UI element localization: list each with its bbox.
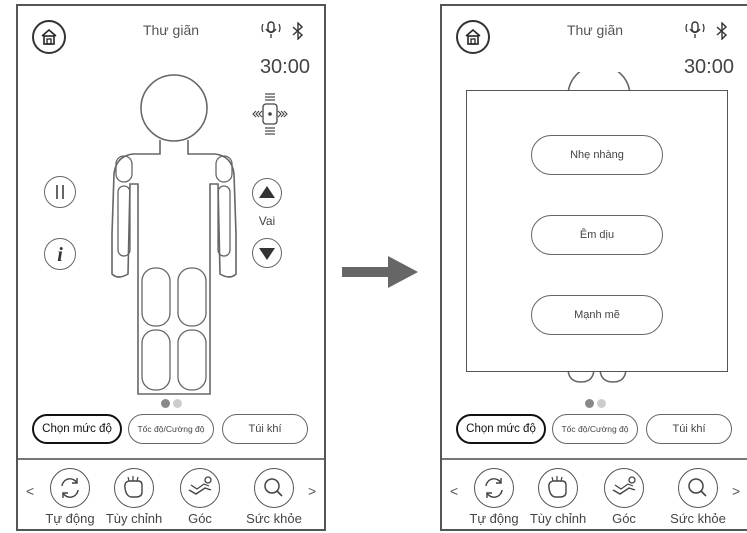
page-indicator: [161, 395, 185, 413]
up-arrow-icon: [258, 185, 275, 198]
page-dot-active: [161, 399, 170, 408]
nav-item-auto[interactable]: Tự động: [40, 468, 100, 526]
info-icon: i: [57, 244, 63, 266]
page-indicator: [585, 395, 609, 413]
nav-divider: [442, 458, 747, 460]
bluetooth-icon[interactable]: [290, 22, 306, 40]
voice-icon[interactable]: [684, 20, 706, 40]
hand-icon: [538, 468, 578, 508]
pause-button[interactable]: [44, 176, 76, 208]
move-up-button[interactable]: [252, 178, 282, 208]
recline-icon: [604, 468, 644, 508]
nav-label: Sức khỏe: [246, 511, 302, 526]
option-strong-button[interactable]: Mạnh mẽ: [531, 295, 663, 335]
page-dot: [597, 399, 606, 408]
auto-cycle-icon: [474, 468, 514, 508]
nav-label: Góc: [612, 511, 636, 526]
nav-item-custom[interactable]: Tùy chỉnh: [528, 468, 588, 526]
nav-label: Góc: [188, 511, 212, 526]
chevron-right-icon[interactable]: >: [732, 483, 740, 499]
chevron-right-icon[interactable]: >: [308, 483, 316, 499]
choose-level-button[interactable]: Chọn mức độ: [456, 414, 546, 444]
search-icon: [254, 468, 294, 508]
recline-icon: [180, 468, 220, 508]
airbag-button[interactable]: Túi khí: [222, 414, 308, 444]
svg-text:i: i: [57, 244, 63, 266]
nav-item-health[interactable]: Sức khỏe: [244, 468, 304, 526]
option-soft-button[interactable]: Êm dịu: [531, 215, 663, 255]
level-select-dialog: Nhẹ nhàng Êm dịu Mạnh mẽ: [466, 90, 728, 372]
info-button[interactable]: i: [44, 238, 76, 270]
speed-intensity-button[interactable]: Tốc độ/Cường độ: [552, 414, 638, 444]
page-dot: [173, 399, 182, 408]
nav-divider: [18, 458, 324, 460]
phone-screen-main: Thư giãn 30:00 i Vai Chọn mức độ Tốc độ/…: [16, 4, 326, 531]
choose-level-button[interactable]: Chọn mức độ: [32, 414, 122, 444]
timer-display: 30:00: [683, 56, 734, 78]
auto-cycle-icon: [50, 468, 90, 508]
nav-item-health[interactable]: Sức khỏe: [668, 468, 728, 526]
nav-item-angle[interactable]: Góc: [594, 468, 654, 526]
move-down-button[interactable]: [252, 238, 282, 268]
nav-label: Sức khỏe: [670, 511, 726, 526]
chevron-left-icon[interactable]: <: [450, 483, 458, 499]
airbag-button[interactable]: Túi khí: [646, 414, 732, 444]
phone-screen-level-select: Thư giãn 30:00 Nhẹ nhàng Êm dịu Mạnh mẽ …: [440, 4, 747, 531]
bluetooth-icon[interactable]: [714, 22, 730, 40]
nav-item-angle[interactable]: Góc: [170, 468, 230, 526]
page-dot-active: [585, 399, 594, 408]
search-icon: [678, 468, 718, 508]
voice-icon[interactable]: [260, 20, 282, 40]
nav-item-custom[interactable]: Tùy chỉnh: [104, 468, 164, 526]
direction-cross-icon[interactable]: [250, 92, 290, 136]
chevron-left-icon[interactable]: <: [26, 483, 34, 499]
pause-icon: [55, 184, 64, 199]
zone-label: Vai: [258, 214, 276, 228]
body-figure[interactable]: [98, 74, 248, 404]
down-arrow-icon: [258, 247, 275, 260]
timer-display: 30:00: [259, 56, 310, 78]
transition-arrow-icon: [342, 256, 418, 288]
option-gentle-button[interactable]: Nhẹ nhàng: [531, 135, 663, 175]
nav-item-auto[interactable]: Tự động: [464, 468, 524, 526]
hand-icon: [114, 468, 154, 508]
speed-intensity-button[interactable]: Tốc độ/Cường độ: [128, 414, 214, 444]
